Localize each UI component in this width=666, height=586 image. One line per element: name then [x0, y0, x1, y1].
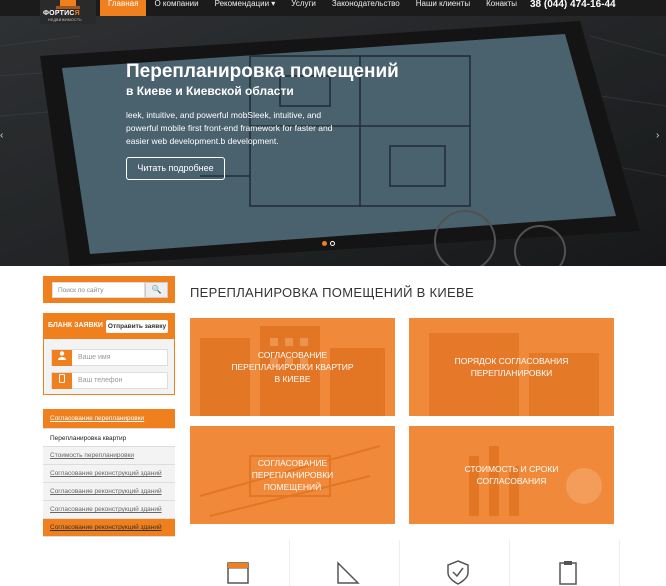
- sidebar: Поиск по сайту 🔍 БЛАНК ЗАЯВКИ Отправить …: [43, 276, 175, 537]
- user-icon: [52, 350, 72, 366]
- clipboard-icon: [559, 561, 577, 585]
- sidebar-item-reconstruction-4[interactable]: Согласование реконструкций зданий: [43, 519, 175, 537]
- sidebar-item-approval[interactable]: Согласование перепланировки: [43, 409, 175, 429]
- shield-check-icon: [447, 560, 469, 585]
- hero-text: leek, intuitive, and powerful mobSleek, …: [126, 110, 333, 146]
- send-request-button[interactable]: Отправить заявку: [106, 320, 168, 333]
- sidebar-menu: Согласование перепланировки Перепланиров…: [43, 409, 175, 537]
- feature-ruler: [290, 540, 400, 586]
- nav-item-home[interactable]: Главная: [100, 0, 147, 16]
- name-field[interactable]: Ваше имя: [51, 349, 168, 366]
- search-icon: 🔍: [151, 285, 162, 294]
- main-nav: Главная О компании Рекомендации ▾ Услуги…: [100, 0, 525, 16]
- features-strip: [180, 540, 620, 586]
- logo-name: ФОРТИСЯ: [43, 10, 80, 17]
- hero-subtitle: в Киеве и Киевской области: [126, 84, 294, 98]
- slider-dots: [322, 241, 335, 246]
- phone-field[interactable]: Ваш телефон: [51, 372, 168, 389]
- feature-calendar: [180, 540, 290, 586]
- tile-cost[interactable]: Стоимость и сроки согласования: [409, 426, 614, 524]
- tile-label: Согласование перепланировки помещений: [251, 458, 334, 492]
- nav-item-clients[interactable]: Наши клиенты: [408, 0, 478, 16]
- slider-dot-2[interactable]: [330, 241, 335, 246]
- sidebar-item-apartments[interactable]: Перепланировка квартир: [43, 429, 175, 447]
- sidebar-item-cost[interactable]: Стоимость перепланировки: [43, 447, 175, 465]
- hero-slider: Перепланировка помещений в Киеве и Киевс…: [0, 16, 666, 266]
- slider-dot-1[interactable]: [322, 241, 327, 246]
- search-box: Поиск по сайту 🔍: [43, 276, 175, 303]
- sidebar-item-reconstruction-1[interactable]: Согласование реконструкций зданий: [43, 465, 175, 483]
- logo-tagline: НЕДВИЖИМОСТЬ: [48, 18, 82, 22]
- search-input[interactable]: Поиск по сайту: [52, 282, 145, 298]
- tile-apartments[interactable]: Согласование перепланировки квартир в Ки…: [190, 318, 395, 416]
- feature-document: [510, 540, 620, 586]
- nav-item-contacts[interactable]: Конакты: [478, 0, 525, 16]
- request-form: БЛАНК ЗАЯВКИ Отправить заявку Ваше имя В…: [43, 313, 175, 395]
- read-more-button[interactable]: Читать подробнее: [126, 157, 225, 180]
- hero-title: Перепланировка помещений: [126, 61, 399, 82]
- logo-roof-base-icon: [56, 6, 80, 9]
- tile-premises[interactable]: Согласование перепланировки помещений: [190, 426, 395, 524]
- nav-item-recommendations[interactable]: Рекомендации ▾: [207, 0, 284, 16]
- logo[interactable]: ФОРТИСЯ НЕДВИЖИМОСТЬ: [40, 0, 96, 24]
- slider-next-icon[interactable]: ›: [656, 130, 664, 142]
- tile-label: Стоимость и сроки согласования: [464, 464, 559, 486]
- name-placeholder: Ваше имя: [78, 354, 111, 361]
- calendar-icon: [227, 562, 249, 584]
- phone-placeholder: Ваш телефон: [78, 377, 123, 384]
- nav-item-about[interactable]: О компании: [146, 0, 206, 16]
- phone-icon: [52, 373, 72, 389]
- sidebar-item-reconstruction-3[interactable]: Согласование реконструкций зданий: [43, 501, 175, 519]
- triangle-ruler-icon: [337, 561, 360, 584]
- search-button[interactable]: 🔍: [145, 282, 168, 298]
- nav-item-legislation[interactable]: Законодательство: [324, 0, 408, 16]
- page-title: ПЕРЕПЛАНИРОВКА ПОМЕЩЕНИЙ В КИЕВЕ: [190, 285, 474, 300]
- tile-label: Порядок согласования перепланировки: [454, 356, 569, 378]
- nav-item-services[interactable]: Услуги: [283, 0, 324, 16]
- request-form-title: БЛАНК ЗАЯВКИ: [48, 322, 103, 329]
- feature-shield: [400, 540, 510, 586]
- tile-procedure[interactable]: Порядок согласования перепланировки: [409, 318, 614, 416]
- tile-label: Согласование перепланировки квартир в Ки…: [231, 350, 354, 384]
- sidebar-item-reconstruction-2[interactable]: Согласование реконструкций зданий: [43, 483, 175, 501]
- request-form-fields: Ваше имя Ваш телефон: [43, 338, 175, 395]
- slider-prev-icon[interactable]: ‹: [0, 130, 8, 142]
- header-phone[interactable]: 38 (044) 474-16-44: [530, 0, 616, 10]
